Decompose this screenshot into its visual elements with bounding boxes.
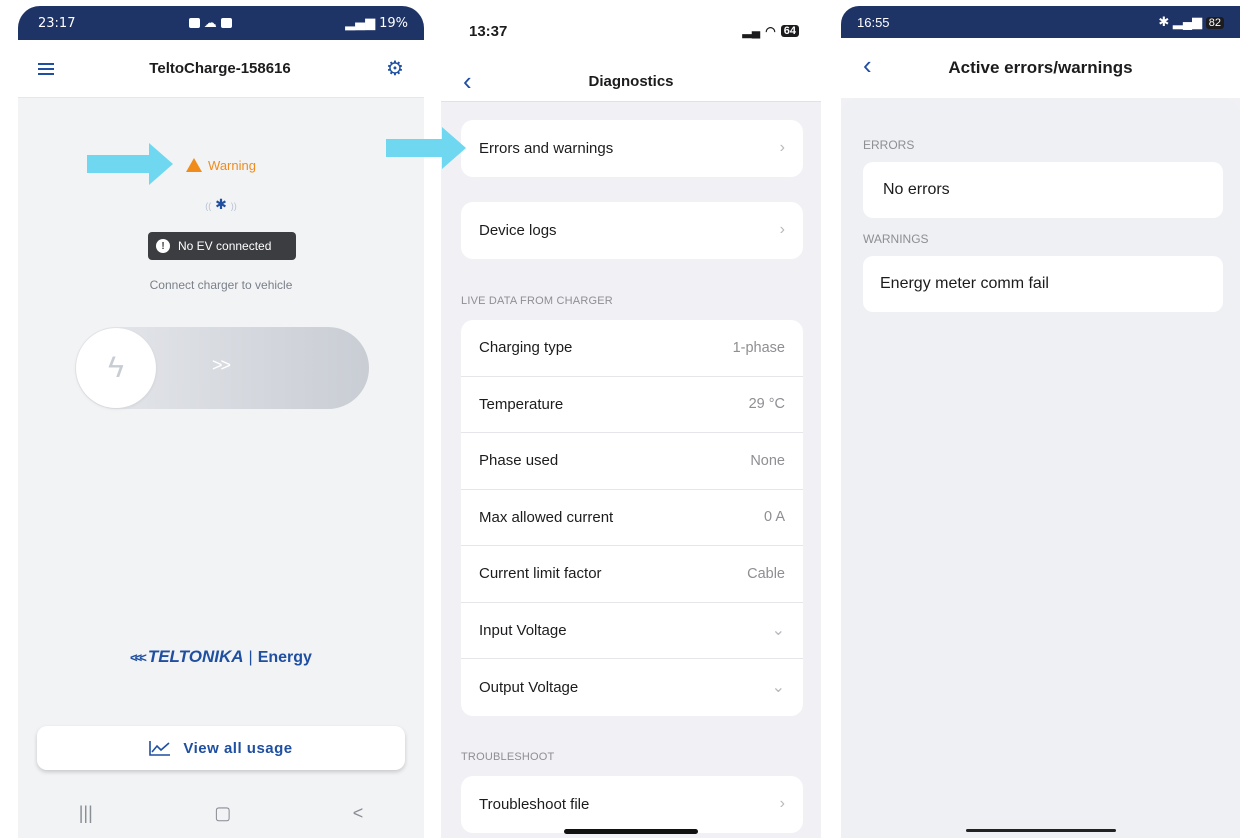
errors-card: Errors and warnings ›: [461, 120, 803, 177]
ev-status-badge: ! No EV connected: [148, 232, 296, 260]
home-button[interactable]: ▢: [214, 803, 231, 824]
charger-home-screen: 23:17 ☁ ▂▄▆ 19% TeltoCharge-158616 ⚙ War…: [18, 6, 424, 838]
gear-icon[interactable]: ⚙: [386, 59, 404, 79]
row-label: Input Voltage: [479, 621, 567, 639]
live-row-input-voltage[interactable]: Input Voltage ⌄: [461, 603, 803, 659]
row-value: Cable: [747, 565, 785, 582]
live-row-charging-type: Charging type 1-phase: [461, 320, 803, 377]
row-value: 0 A: [764, 509, 785, 526]
live-row-temperature: Temperature 29 °C: [461, 377, 803, 433]
warning-label: Warning: [208, 158, 256, 173]
chevron-down-icon: ⌄: [771, 622, 785, 640]
row-label: Current limit factor: [479, 565, 602, 583]
errors-and-warnings-item[interactable]: Errors and warnings ›: [461, 120, 803, 177]
connect-hint: Connect charger to vehicle: [149, 278, 293, 292]
android-nav-bar: ||| ▢ <: [18, 788, 424, 838]
status-bar: 23:17 ☁ ▂▄▆ 19%: [18, 6, 424, 40]
chart-line-icon: [149, 741, 171, 756]
row-value: 1-phase: [732, 339, 785, 356]
view-all-usage-button[interactable]: View all usage: [37, 726, 405, 770]
nav-bar: ‹ Active errors/warnings: [841, 38, 1240, 98]
info-icon: !: [156, 239, 170, 253]
wifi-icon: ◠: [765, 24, 776, 38]
status-bar: 16:55 ✱ ▂▄▆ 82: [841, 6, 1240, 38]
status-right: ▂▄▆ 19%: [345, 16, 408, 31]
live-row-current-limit-factor: Current limit factor Cable: [461, 546, 803, 603]
chevron-right-icon: ›: [779, 221, 785, 239]
row-label: Charging type: [479, 339, 573, 357]
signal-icon: ▂▄: [742, 24, 761, 38]
teltonika-logo-icon: <<<: [130, 650, 147, 665]
page-title: Diagnostics: [588, 73, 674, 90]
chevron-right-icon: ›: [779, 795, 785, 813]
logs-card: Device logs ›: [461, 202, 803, 259]
row-label: Temperature: [479, 395, 564, 413]
back-icon[interactable]: ‹: [863, 50, 872, 80]
battery-icon: 64: [780, 25, 799, 37]
troubleshoot-file-item[interactable]: Troubleshoot file ›: [461, 776, 803, 833]
status-icons: ✱ ▂▄▆ 82: [1158, 14, 1224, 30]
live-data-card: Charging type 1-phase Temperature 29 °C …: [461, 320, 803, 716]
row-label: Output Voltage: [479, 678, 579, 696]
status-icons: ▂▄ ◠ 64: [743, 24, 799, 38]
cloud-icon: ☁: [203, 15, 217, 31]
row-value: 29 °C: [748, 396, 785, 413]
warning-icon: [186, 158, 203, 172]
errors-and-warnings-label: Errors and warnings: [479, 139, 614, 157]
bluetooth-icon: ✱: [215, 196, 227, 212]
status-bar: 13:37 ▂▄ ◠ 64: [441, 0, 821, 62]
warning-status[interactable]: Warning: [18, 158, 424, 173]
live-row-max-allowed-current: Max allowed current 0 A: [461, 490, 803, 546]
back-button[interactable]: <: [353, 803, 364, 824]
troubleshoot-card: Troubleshoot file ›: [461, 776, 803, 833]
active-errors-screen: 16:55 ✱ ▂▄▆ 82 ‹ Active errors/warnings …: [841, 6, 1240, 838]
troubleshoot-file-label: Troubleshoot file: [479, 795, 590, 813]
check-icon: [220, 18, 232, 28]
page-title: TeltoCharge-158616: [149, 60, 291, 77]
device-logs-item[interactable]: Device logs ›: [461, 202, 803, 259]
lightning-icon[interactable]: ϟ: [76, 328, 156, 408]
teltonika-energy-logo: <<< TELTONIKA | Energy: [130, 647, 312, 666]
gallery-icon: [188, 18, 200, 28]
home-indicator[interactable]: [564, 829, 698, 834]
diagnostics-screen: 13:37 ▂▄ ◠ 64 ‹ Diagnostics Errors and w…: [441, 0, 821, 838]
row-label: Max allowed current: [479, 508, 614, 526]
signal-icon: ▂▄▆: [345, 15, 376, 31]
nav-bar: ‹ Diagnostics: [441, 62, 821, 102]
status-time: 16:55: [857, 14, 890, 30]
row-value: None: [750, 452, 785, 469]
battery-percent: 19%: [379, 15, 408, 31]
slider-chevrons: >>: [212, 355, 231, 375]
status-icons: ☁: [188, 15, 232, 31]
home-indicator[interactable]: [966, 829, 1116, 832]
page-title: Active errors/warnings: [948, 58, 1133, 77]
chevron-down-icon: ⌄: [771, 679, 785, 697]
errors-content: ERRORS No errors WARNINGS Energy meter c…: [841, 98, 1240, 838]
recents-button[interactable]: |||: [79, 803, 93, 824]
start-charging-slider[interactable]: ϟ >>: [75, 327, 369, 409]
troubleshoot-section-label: TROUBLESHOOT: [461, 751, 555, 763]
errors-section-label: ERRORS: [863, 138, 915, 152]
view-all-usage-label: View all usage: [183, 739, 293, 757]
status-time: 23:17: [38, 15, 76, 31]
live-row-phase-used: Phase used None: [461, 433, 803, 490]
ev-status-text: No EV connected: [178, 239, 272, 253]
highlight-arrow-errors: [386, 127, 466, 169]
app-bar: TeltoCharge-158616 ⚙: [18, 40, 424, 98]
battery-icon: 82: [1205, 17, 1224, 29]
device-logs-label: Device logs: [479, 221, 557, 239]
row-label: Phase used: [479, 452, 559, 470]
warnings-value-card: Energy meter comm fail: [863, 256, 1223, 312]
chevron-right-icon: ›: [779, 139, 785, 157]
bluetooth-status: (( ✱ )): [205, 196, 237, 212]
live-data-section-label: LIVE DATA FROM CHARGER: [461, 295, 613, 307]
status-time: 13:37: [469, 22, 508, 40]
warnings-section-label: WARNINGS: [863, 232, 929, 246]
errors-value-card: No errors: [863, 162, 1223, 218]
highlight-arrow-warning: [87, 143, 173, 185]
menu-icon[interactable]: [38, 62, 54, 75]
live-row-output-voltage[interactable]: Output Voltage ⌄: [461, 659, 803, 716]
back-icon[interactable]: ‹: [463, 64, 472, 98]
